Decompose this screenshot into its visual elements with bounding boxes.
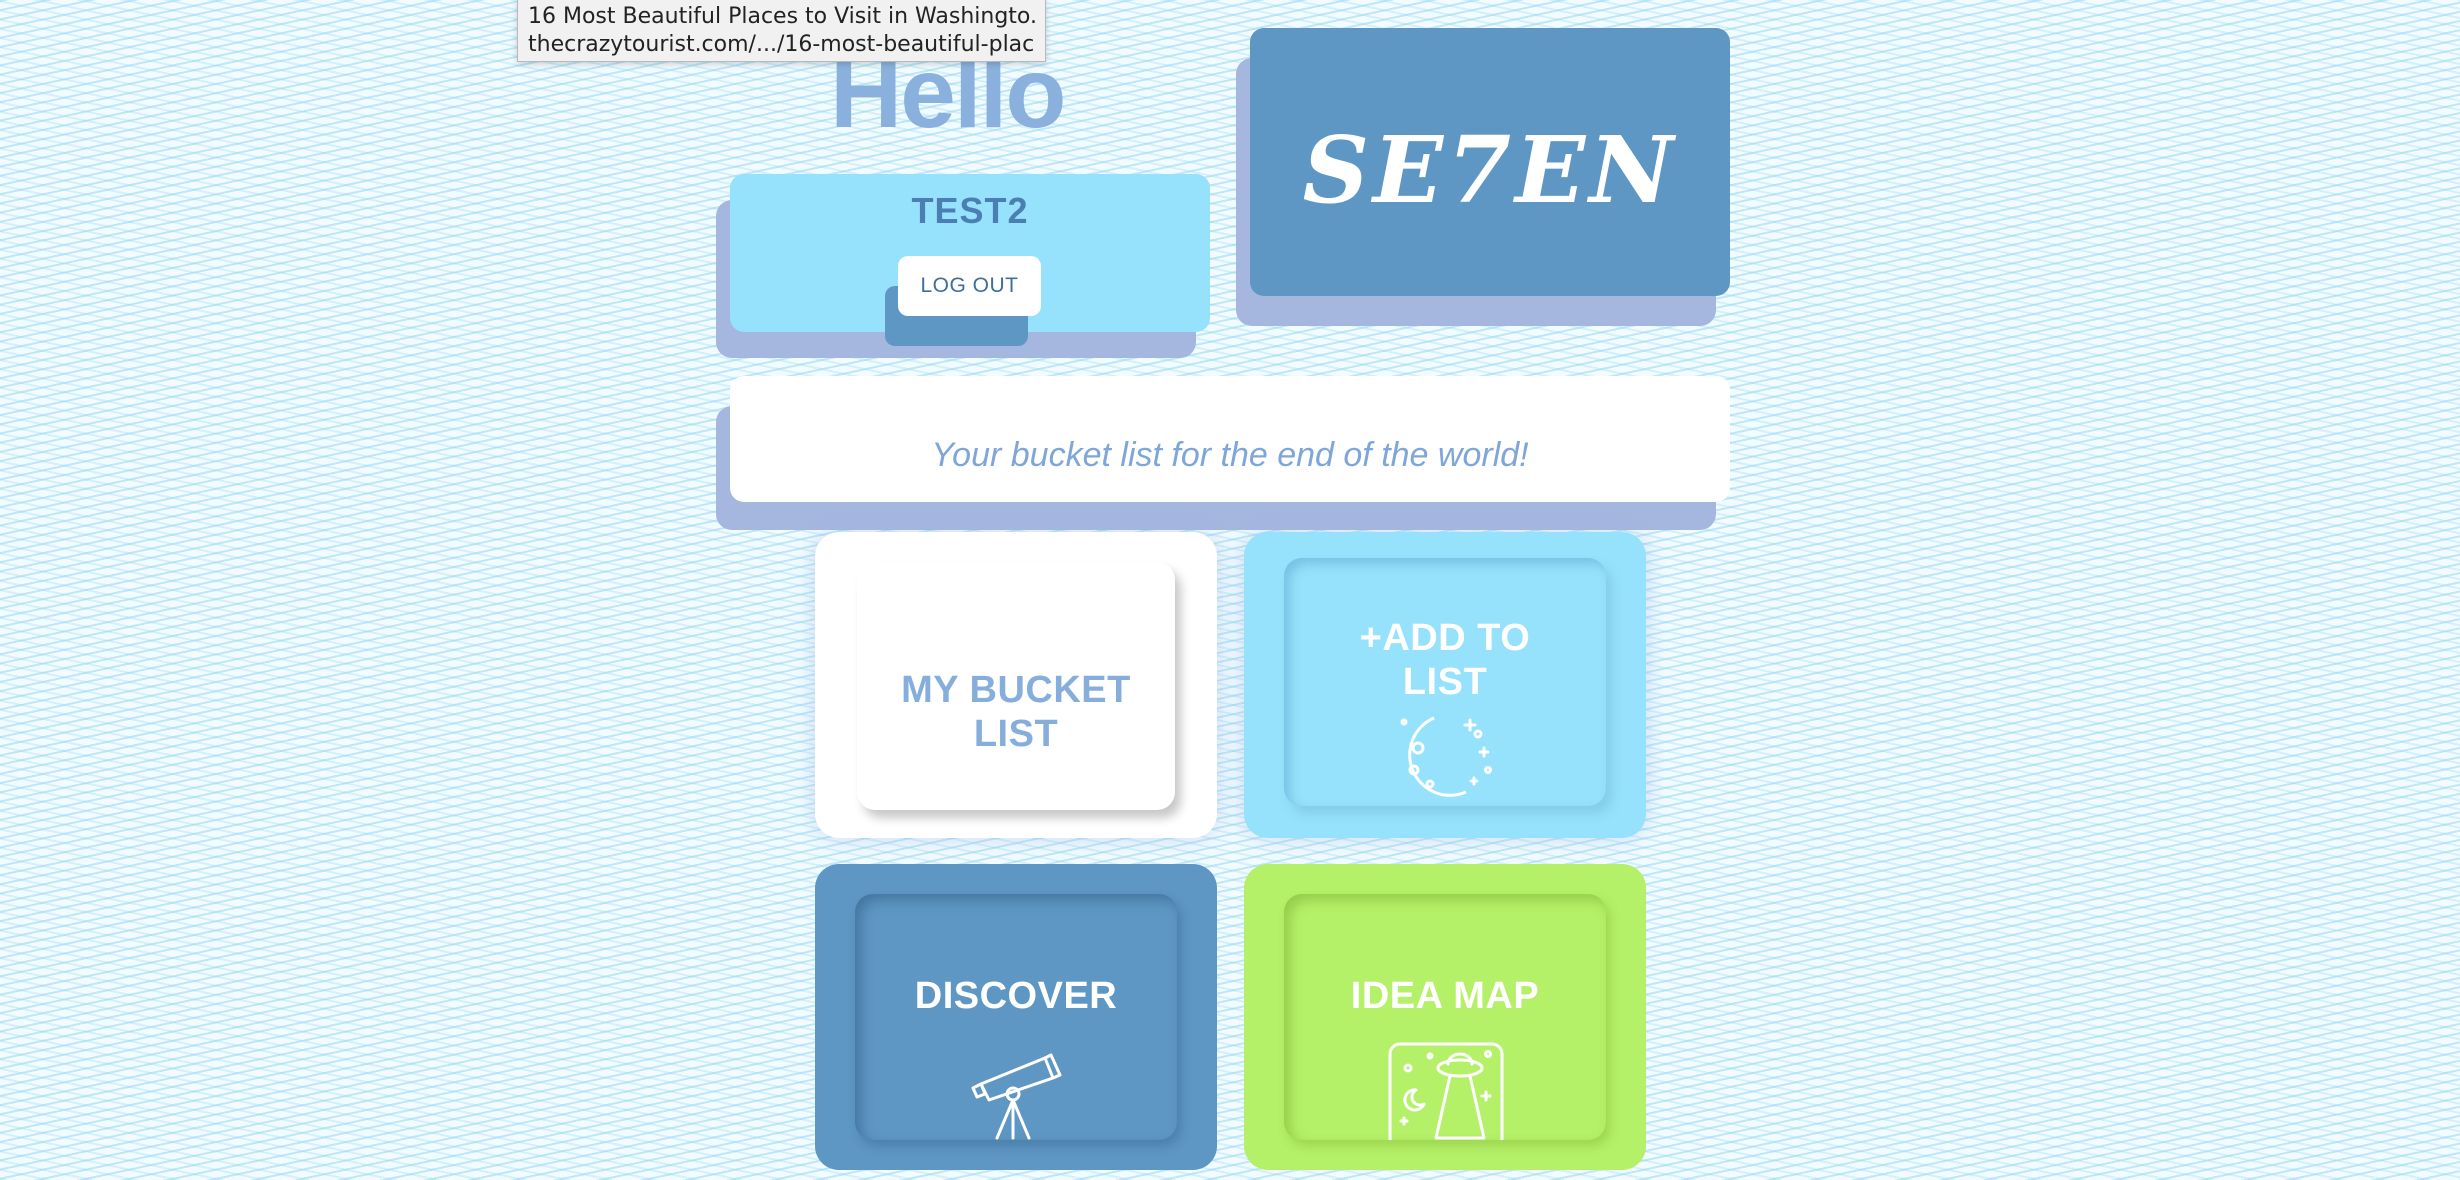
moon-stars-icon bbox=[1388, 708, 1498, 806]
add-to-list-button[interactable]: +ADD TO LIST bbox=[1284, 558, 1606, 806]
tooltip-url: thecrazytourist.com/.../16-most-beautifu… bbox=[528, 32, 1035, 57]
discover-label: DISCOVER bbox=[914, 975, 1118, 1017]
my-bucket-list-label-line1: MY BUCKET bbox=[901, 669, 1131, 711]
tagline-card: Your bucket list for the end of the worl… bbox=[730, 376, 1730, 502]
my-bucket-list-label-line2: LIST bbox=[973, 713, 1059, 755]
user-card: TEST2 LOG OUT bbox=[730, 174, 1210, 346]
logo-card[interactable]: SE7EN bbox=[1250, 28, 1730, 296]
idea-map-tile[interactable]: IDEA MAP bbox=[1244, 864, 1646, 1170]
idea-map-label: IDEA MAP bbox=[1350, 975, 1540, 1017]
link-tooltip: 16 Most Beautiful Places to Visit in Was… bbox=[517, 0, 1046, 62]
logout-button[interactable]: LOG OUT bbox=[898, 256, 1041, 316]
ufo-map-icon bbox=[1386, 1038, 1506, 1140]
idea-map-button[interactable]: IDEA MAP bbox=[1284, 894, 1606, 1140]
add-to-list-label-line2: LIST bbox=[1402, 661, 1488, 703]
my-bucket-list-label: MY BUCKET LIST bbox=[857, 668, 1175, 756]
tooltip-title: 16 Most Beautiful Places to Visit in Was… bbox=[528, 4, 1035, 29]
my-bucket-list-button[interactable]: MY BUCKET LIST bbox=[857, 562, 1175, 810]
add-to-list-label: +ADD TO LIST bbox=[1284, 616, 1606, 704]
telescope-icon bbox=[967, 1044, 1067, 1140]
discover-button[interactable]: DISCOVER bbox=[855, 894, 1177, 1140]
add-to-list-label-line1: +ADD TO bbox=[1359, 617, 1531, 659]
add-to-list-tile[interactable]: +ADD TO LIST bbox=[1244, 532, 1646, 838]
username-label: TEST2 bbox=[911, 190, 1029, 231]
my-bucket-list-tile[interactable]: MY BUCKET LIST bbox=[815, 532, 1217, 838]
tagline-text: Your bucket list for the end of the worl… bbox=[931, 436, 1529, 474]
discover-tile[interactable]: DISCOVER bbox=[815, 864, 1217, 1170]
app-logo: SE7EN bbox=[1302, 116, 1678, 224]
